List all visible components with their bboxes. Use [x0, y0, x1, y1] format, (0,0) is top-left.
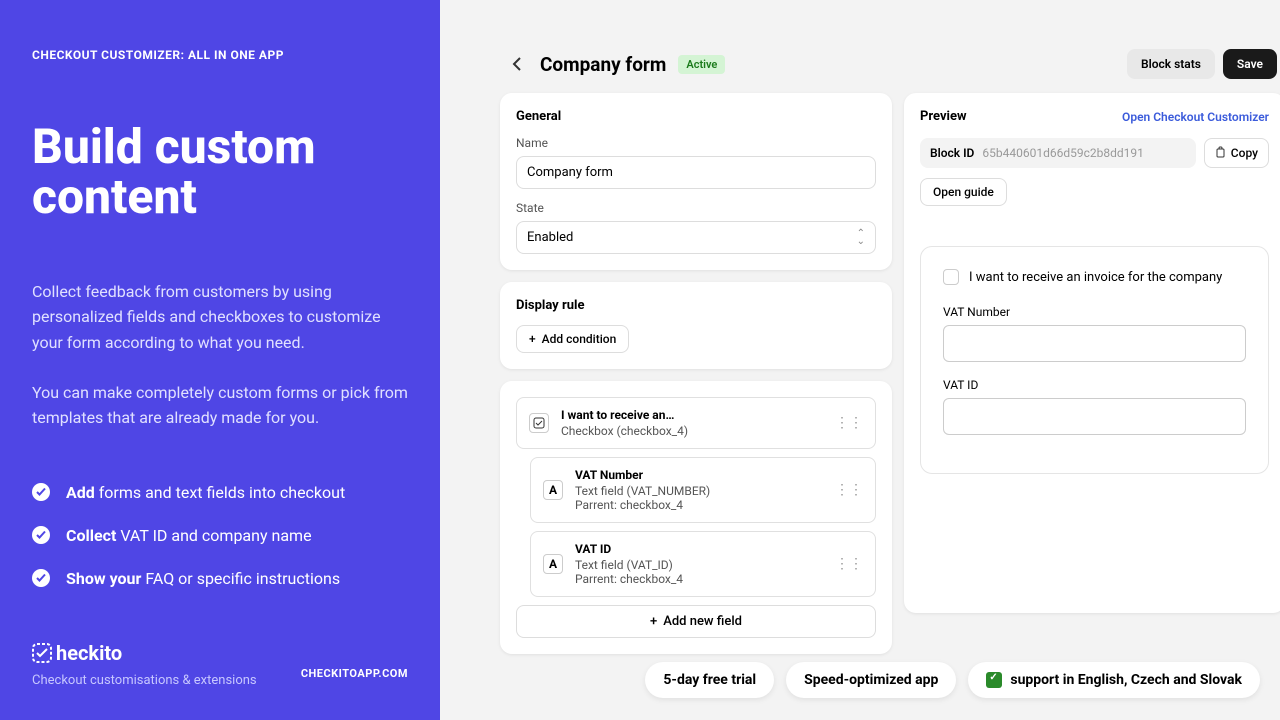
preview-title: Preview — [920, 109, 967, 124]
preview-vat-number-input[interactable] — [943, 325, 1246, 362]
plus-icon: + — [529, 332, 536, 346]
select-arrows-icon: ⌃⌄ — [857, 230, 865, 246]
general-card: General Name State Enabled ⌃⌄ — [500, 93, 892, 270]
state-select[interactable]: Enabled ⌃⌄ — [516, 221, 876, 254]
preview-card: Preview Open Checkout Customizer Block I… — [904, 93, 1280, 613]
domain-text: CHECKITOAPP.COM — [301, 667, 408, 680]
display-rule-card: Display rule + Add condition — [500, 282, 892, 369]
block-stats-button[interactable]: Block stats — [1127, 49, 1215, 79]
preview-vat-number-label: VAT Number — [943, 305, 1246, 319]
save-button[interactable]: Save — [1223, 49, 1277, 79]
check-icon — [32, 569, 50, 587]
field-item-checkbox[interactable]: I want to receive an… Checkbox (checkbox… — [516, 397, 876, 449]
sidebar-footer: heckito Checkout customisations & extens… — [32, 617, 408, 688]
bullet-show: Show your FAQ or specific instructions — [32, 569, 408, 588]
state-label: State — [516, 201, 876, 215]
fields-card: I want to receive an… Checkbox (checkbox… — [500, 381, 892, 654]
field-item-vat-id[interactable]: A VAT ID Text field (VAT_ID) Parrent: ch… — [530, 531, 876, 597]
preview-vat-id-label: VAT ID — [943, 378, 1246, 392]
check-icon — [32, 526, 50, 544]
add-new-field-button[interactable]: + Add new field — [516, 605, 876, 638]
logo-icon — [32, 643, 52, 663]
logo: heckito — [32, 641, 408, 665]
tagline: Checkout customisations & extensions — [32, 673, 257, 688]
drag-handle-icon[interactable]: ⋮⋮ — [835, 415, 863, 431]
display-rule-title: Display rule — [516, 298, 876, 313]
preview-checkbox[interactable] — [943, 269, 959, 285]
open-guide-button[interactable]: Open guide — [920, 178, 1007, 206]
checkbox-icon — [529, 413, 549, 433]
general-title: General — [516, 109, 876, 124]
name-label: Name — [516, 136, 876, 150]
pill-trial: 5-day free trial — [645, 662, 774, 698]
copy-button[interactable]: Copy — [1204, 138, 1269, 168]
bottom-pills: 5-day free trial Speed-optimized app sup… — [460, 662, 1260, 698]
plus-icon: + — [650, 614, 657, 629]
bullet-add: Add forms and text fields into checkout — [32, 483, 408, 502]
field-item-vat-number[interactable]: A VAT Number Text field (VAT_NUMBER) Par… — [530, 457, 876, 523]
sidebar-desc-2: You can make completely custom forms or … — [32, 380, 408, 431]
checkmark-flag-icon — [986, 672, 1002, 688]
bullet-list: Add forms and text fields into checkout … — [32, 483, 408, 588]
topbar: Company form Active Block stats Save — [500, 35, 1280, 93]
app-main: Company form Active Block stats Save Gen… — [440, 0, 1280, 720]
sidebar-desc-1: Collect feedback from customers by using… — [32, 279, 408, 356]
sidebar-title: Build custom content — [32, 122, 408, 223]
pill-languages: support in English, Czech and Slovak — [968, 662, 1260, 698]
drag-handle-icon[interactable]: ⋮⋮ — [835, 482, 863, 498]
preview-rendered: I want to receive an invoice for the com… — [920, 246, 1269, 474]
preview-checkbox-label: I want to receive an invoice for the com… — [969, 270, 1222, 285]
bullet-collect: Collect VAT ID and company name — [32, 526, 408, 545]
text-icon: A — [543, 480, 563, 500]
sidebar-tag: CHECKOUT CUSTOMIZER: ALL IN ONE APP — [32, 48, 408, 62]
block-id-field: Block ID 65b440601d66d59c2b8dd191 — [920, 138, 1196, 168]
clipboard-icon — [1215, 146, 1227, 161]
status-badge: Active — [678, 55, 725, 74]
page-title: Company form — [540, 53, 666, 76]
drag-handle-icon[interactable]: ⋮⋮ — [835, 556, 863, 572]
add-condition-button[interactable]: + Add condition — [516, 325, 629, 353]
check-icon — [32, 483, 50, 501]
pill-speed: Speed-optimized app — [786, 662, 956, 698]
open-customizer-link[interactable]: Open Checkout Customizer — [1122, 110, 1269, 124]
text-icon: A — [543, 554, 563, 574]
preview-vat-id-input[interactable] — [943, 398, 1246, 435]
back-arrow-icon[interactable] — [508, 54, 528, 74]
name-input[interactable] — [516, 156, 876, 189]
marketing-sidebar: CHECKOUT CUSTOMIZER: ALL IN ONE APP Buil… — [0, 0, 440, 720]
